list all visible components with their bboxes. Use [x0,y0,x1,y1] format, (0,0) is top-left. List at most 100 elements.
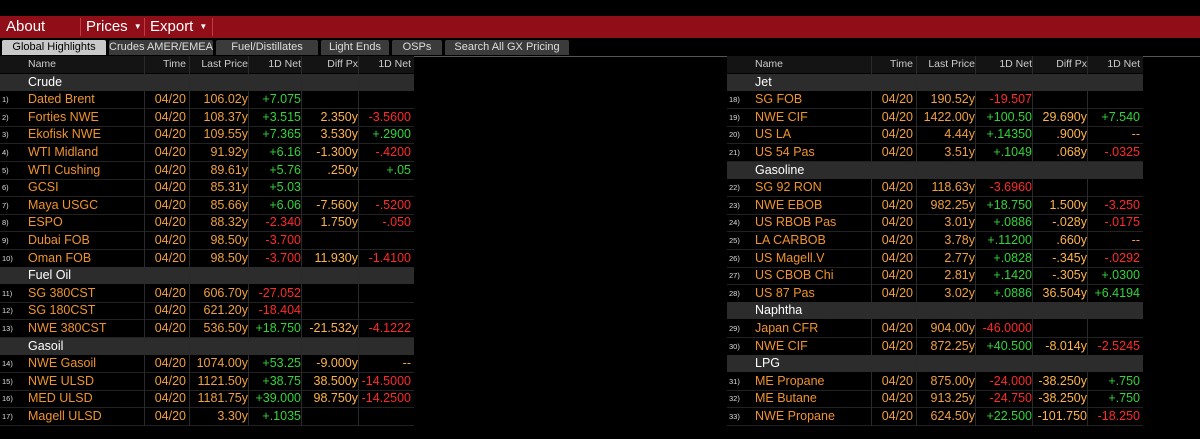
instrument-name[interactable]: US 87 Pas [755,285,870,301]
table-row[interactable]: 20) US LA 04/20 4.44y +.14350 .900y -- [727,126,1143,144]
col-1d-net-header[interactable]: 1D Net [978,56,1032,72]
row-number: 16) [2,394,13,403]
instrument-name[interactable]: SG 180CST [28,302,143,318]
table-row[interactable]: 8) ESPO 04/20 88.32y -2.340 1.750y -.050 [0,214,414,232]
menu-prices[interactable]: Prices ▼ [82,16,144,38]
instrument-name[interactable]: NWE ULSD [28,373,143,389]
col-1d-net-header[interactable]: 1D Net [251,56,301,72]
table-row[interactable]: 21) US 54 Pas 04/20 3.51y +.1049 .068y -.0325 [727,144,1143,162]
tab-light-ends[interactable]: Light Ends [321,40,389,55]
col-name-header[interactable]: Name [755,56,870,72]
tab-osps[interactable]: OSPs [392,40,442,55]
table-row[interactable]: 32) ME Butane 04/20 913.25y -24.750 -38.250y +… [727,390,1143,408]
instrument-name[interactable]: WTI Midland [28,144,143,160]
row-number: 8) [2,218,9,227]
table-row[interactable]: 10) Oman FOB 04/20 98.50y -3.700 11.930y -1.41… [0,250,414,268]
instrument-name[interactable]: NWE EBOB [755,197,870,213]
table-row[interactable]: 16) MED ULSD 04/20 1181.75y +39.000 98.750y -1… [0,390,414,408]
instrument-name[interactable]: ME Butane [755,390,870,406]
table-row[interactable]: 24) US RBOB Pas 04/20 3.01y +.0886 -.028y -.01… [727,214,1143,232]
instrument-name[interactable]: Dubai FOB [28,232,143,248]
col-time-header[interactable]: Time [875,56,913,72]
instrument-name[interactable]: GCSI [28,179,143,195]
table-row[interactable]: 29) Japan CFR 04/20 904.00y -46.0000 [727,320,1143,338]
instrument-name[interactable]: NWE Gasoil [28,355,143,371]
instrument-name[interactable]: Magell ULSD [28,408,143,424]
diff-px-cell [304,179,358,195]
col-last-price-header[interactable]: Last Price [192,56,248,72]
instrument-name[interactable]: NWE Propane [755,408,870,424]
diff-px-cell: -.305y [1052,268,1087,282]
table-row[interactable]: 23) NWE EBOB 04/20 982.25y +18.750 1.500y -3.2… [727,197,1143,215]
table-row[interactable]: 5) WTI Cushing 04/20 89.61y +5.76 .250y +.05 [0,162,414,180]
col-1d-net-2-header[interactable]: 1D Net [1090,56,1140,72]
table-row[interactable]: 12) SG 180CST 04/20 621.20y -18.404 [0,302,414,320]
instrument-name[interactable]: Maya USGC [28,197,143,213]
tab-label: OSPs [402,41,432,53]
instrument-name[interactable]: MED ULSD [28,390,143,406]
instrument-name[interactable]: ESPO [28,214,143,230]
table-row[interactable]: 3) Ekofisk NWE 04/20 109.55y +7.365 3.530y +.2… [0,126,414,144]
last-price-cell: 875.00y [930,374,975,388]
table-row[interactable]: 30) NWE CIF 04/20 872.25y +40.500 -8.014y -2.5… [727,338,1143,356]
instrument-name[interactable]: Forties NWE [28,109,143,125]
table-row[interactable]: 9) Dubai FOB 04/20 98.50y -3.700 [0,232,414,250]
col-last-price-header[interactable]: Last Price [919,56,975,72]
col-time-header[interactable]: Time [148,56,186,72]
table-row[interactable]: 15) NWE ULSD 04/20 1121.50y +38.75 38.500y -14… [0,373,414,391]
instrument-name[interactable]: Dated Brent [28,91,143,107]
net-change-cell: +6.06 [269,198,301,212]
table-row[interactable]: 31) ME Propane 04/20 875.00y -24.000 -38.250y… [727,373,1143,391]
menu-export[interactable]: Export ▼ [146,16,212,38]
col-diff-px-header[interactable]: Diff Px [304,56,358,72]
col-diff-px-header[interactable]: Diff Px [1035,56,1087,72]
table-row[interactable]: 11) SG 380CST 04/20 606.70y -27.052 [0,285,414,303]
col-1d-net-2-header[interactable]: 1D Net [361,56,411,72]
instrument-name[interactable]: SG FOB [755,91,870,107]
table-row[interactable]: 25) LA CARBOB 04/20 3.78y +.11200 .660y -- [727,232,1143,250]
row-number: 12) [2,306,13,315]
instrument-name[interactable]: US CBOB Chi [755,267,870,283]
last-price-cell: 3.30y [217,409,248,423]
diff-px-cell: -21.532y [309,321,358,335]
instrument-name[interactable]: SG 92 RON [755,179,870,195]
instrument-name[interactable]: SG 380CST [28,285,143,301]
instrument-name[interactable]: US RBOB Pas [755,214,870,230]
instrument-name[interactable]: US 54 Pas [755,144,870,160]
table-row[interactable]: 26) US Magell.V 04/20 2.77y +.0828 -.345y -.02… [727,250,1143,268]
table-row[interactable]: 14) NWE Gasoil 04/20 1074.00y +53.25 -9.000y -… [0,355,414,373]
table-row[interactable]: 22) SG 92 RON 04/20 118.63y -3.6960 [727,179,1143,197]
table-row[interactable]: 13) NWE 380CST 04/20 536.50y +18.750 -21.532y… [0,320,414,338]
table-row[interactable]: 18) SG FOB 04/20 190.52y -19.507 [727,91,1143,109]
table-row[interactable]: 2) Forties NWE 04/20 108.37y +3.515 2.350y -3.… [0,109,414,127]
instrument-name[interactable]: NWE CIF [755,109,870,125]
table-row[interactable]: 4) WTI Midland 04/20 91.92y +6.16 -1.300y -.42… [0,144,414,162]
table-row[interactable]: 19) NWE CIF 04/20 1422.00y +100.50 29.690y +7.… [727,109,1143,127]
table-row[interactable]: 1) Dated Brent 04/20 106.02y +7.075 [0,91,414,109]
instrument-name[interactable]: US LA [755,126,870,142]
last-price-cell: 2.81y [944,268,975,282]
instrument-name[interactable]: ME Propane [755,373,870,389]
instrument-name[interactable]: Japan CFR [755,320,870,336]
instrument-name[interactable]: NWE CIF [755,338,870,354]
diff-net-change-cell: -3.250 [1104,198,1140,212]
tab-search-all-gx-pricing[interactable]: Search All GX Pricing [445,40,569,55]
table-row[interactable]: 7) Maya USGC 04/20 85.66y +6.06 -7.560y -.5200 [0,197,414,215]
instrument-name[interactable]: Ekofisk NWE [28,126,143,142]
instrument-name[interactable]: Oman FOB [28,250,143,266]
instrument-name[interactable]: LA CARBOB [755,232,870,248]
table-row[interactable]: 33) NWE Propane 04/20 624.50y +22.500 -101.75… [727,408,1143,426]
table-row[interactable]: 17) Magell ULSD 04/20 3.30y +.1035 [0,408,414,426]
tab-global-highlights[interactable]: Global Highlights [2,40,106,55]
table-row[interactable]: 28) US 87 Pas 04/20 3.02y +.0886 36.504y +6.41… [727,285,1143,303]
tab-crudes-amer-emea[interactable]: Crudes AMER/EMEA [109,40,213,55]
col-name-header[interactable]: Name [28,56,143,72]
tab-fuel-distillates[interactable]: Fuel/Distillates [216,40,318,55]
table-row[interactable]: 27) US CBOB Chi 04/20 2.81y +.1420 -.305y +.03… [727,267,1143,285]
menu-about-gx[interactable]: About GX▼ [2,16,80,57]
table-row[interactable]: 6) GCSI 04/20 85.31y +5.03 [0,179,414,197]
diff-px-cell: 29.690y [1042,110,1087,124]
instrument-name[interactable]: WTI Cushing [28,162,143,178]
instrument-name[interactable]: US Magell.V [755,250,870,266]
instrument-name[interactable]: NWE 380CST [28,320,143,336]
